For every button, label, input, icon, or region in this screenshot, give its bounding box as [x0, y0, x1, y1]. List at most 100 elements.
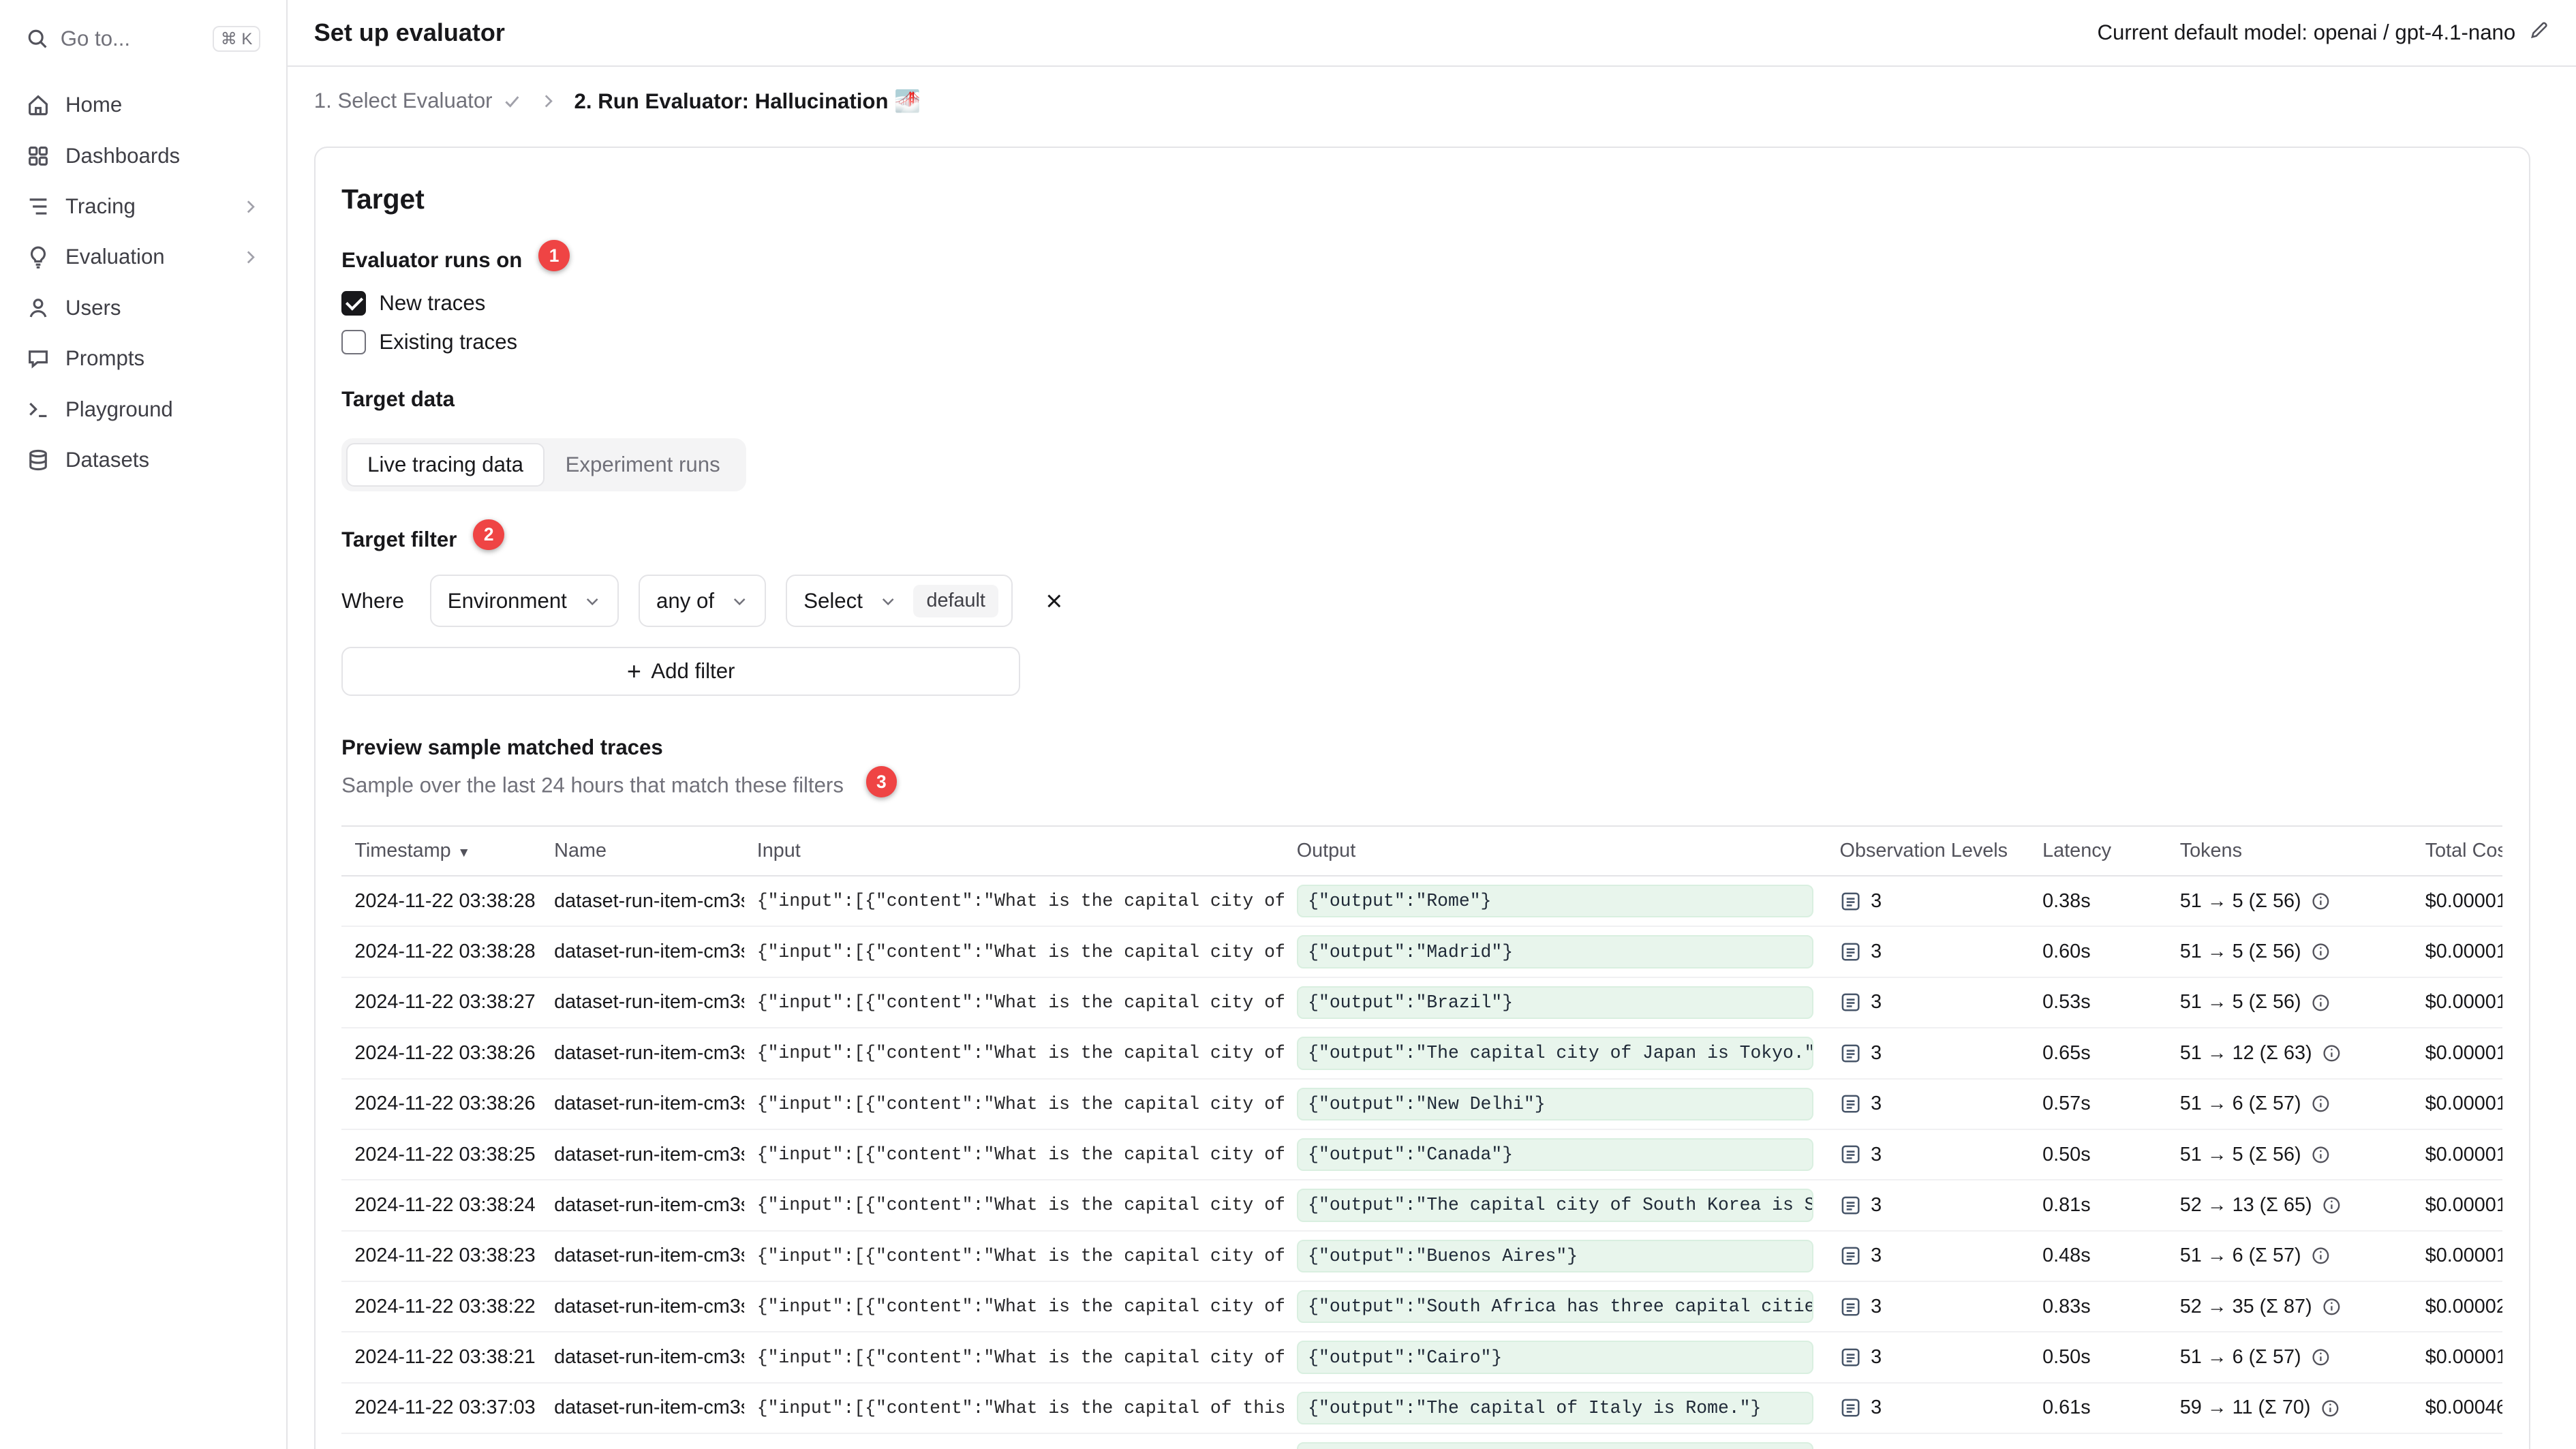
tab-experiment-runs[interactable]: Experiment runs	[545, 443, 741, 487]
step-run-evaluator[interactable]: 2. Run Evaluator: Hallucination 🌁	[574, 89, 921, 114]
tokens-value: 51 → 5 (Σ 56)	[2179, 991, 2301, 1013]
output-chip: {"output":"Brazil"}	[1296, 986, 1814, 1020]
table-row[interactable]: 2024-11-22 03:38:25 dataset-run-item-cm3…	[341, 1129, 2503, 1181]
checkbox-icon[interactable]	[341, 330, 367, 355]
cell-total-cost: $0.00046 (	[2412, 1382, 2503, 1435]
sidebar-item-tracing[interactable]: Tracing	[16, 183, 270, 230]
tokens-value: 51 → 5 (Σ 56)	[2179, 1143, 2301, 1165]
info-icon[interactable]	[2311, 1145, 2331, 1165]
cell-tokens: 51 → 5 (Σ 56)	[2166, 1129, 2412, 1181]
table-row[interactable]: 2024-11-22 03:38:21 dataset-run-item-cm3…	[341, 1332, 2503, 1384]
table-row[interactable]: 2024-11-22 03:38:27 dataset-run-item-cm3…	[341, 977, 2503, 1029]
cell-timestamp: 2024-11-22 03:38:25	[341, 1129, 541, 1181]
pencil-icon[interactable]	[2528, 20, 2549, 46]
output-chip: {"output":"South Africa has three capita…	[1296, 1290, 1814, 1324]
cell-output: {"output":"Cairo"}	[1283, 1332, 1827, 1384]
info-icon[interactable]	[2311, 891, 2331, 911]
cell-name: dataset-run-item-cm3s4	[540, 1180, 744, 1232]
cell-total-cost: $0.000011 (	[2412, 977, 2503, 1029]
sidebar-item-datasets[interactable]: Datasets	[16, 436, 270, 484]
tracing-list-icon	[26, 194, 50, 219]
goto-search[interactable]: Go to... ⌘ K	[16, 16, 270, 62]
info-icon[interactable]	[2311, 1246, 2331, 1266]
cell-input: {"input":[{"content":"What is the capita…	[743, 1281, 1284, 1333]
tokens-value: 51 → 12 (Σ 63)	[2179, 1041, 2312, 1064]
filter-row: Where Environment any of Select default	[341, 575, 2502, 628]
remove-filter-button[interactable]	[1032, 580, 1075, 622]
table-row[interactable]: 2024-11-22 03:37:02 dataset-run-item-cm3…	[341, 1433, 2503, 1449]
sidebar-item-playground[interactable]: Playground	[16, 386, 270, 433]
chevron-right-icon	[241, 197, 260, 217]
sidebar-item-home[interactable]: Home	[16, 81, 270, 129]
filter-column-value: Environment	[447, 588, 567, 613]
cell-observation-levels: 3	[1826, 1129, 2029, 1181]
cell-timestamp: 2024-11-22 03:37:02	[341, 1433, 541, 1449]
cell-total-cost: $0.00046 (	[2412, 1433, 2503, 1449]
sidebar-item-evaluation[interactable]: Evaluation	[16, 234, 270, 281]
table-row[interactable]: 2024-11-22 03:38:26 dataset-run-item-cm3…	[341, 1078, 2503, 1130]
chevron-down-icon	[731, 592, 748, 610]
goto-search-label: Go to...	[60, 27, 131, 51]
sidebar-item-prompts[interactable]: Prompts	[16, 335, 270, 382]
table-header-row: Timestamp ▼ Name Input Output Observation…	[341, 825, 2503, 877]
info-icon[interactable]	[2311, 942, 2331, 962]
observation-levels-icon	[1840, 1397, 1861, 1418]
table-row[interactable]: 2024-11-22 03:38:26 dataset-run-item-cm3…	[341, 1028, 2503, 1080]
info-icon[interactable]	[2311, 1347, 2331, 1367]
cell-tokens: 59 → 11 (Σ 70)	[2166, 1433, 2412, 1449]
info-icon[interactable]	[2322, 1195, 2342, 1215]
cell-tokens: 51 → 6 (Σ 57)	[2166, 1078, 2412, 1130]
table-row[interactable]: 2024-11-22 03:38:28 dataset-run-item-cm3…	[341, 876, 2503, 928]
users-icon	[26, 296, 50, 320]
col-header-timestamp[interactable]: Timestamp ▼	[341, 825, 541, 877]
sidebar-item-dashboards[interactable]: Dashboards	[16, 132, 270, 180]
info-icon[interactable]	[2311, 1094, 2331, 1114]
observation-levels-icon	[1840, 1093, 1861, 1114]
cell-tokens: 51 → 5 (Σ 56)	[2166, 977, 2412, 1029]
sidebar-item-users[interactable]: Users	[16, 284, 270, 332]
table-row[interactable]: 2024-11-22 03:38:24 dataset-run-item-cm3…	[341, 1180, 2503, 1232]
filter-column-select[interactable]: Environment	[429, 575, 619, 628]
output-chip: {"output":"The capital of Spain is Madri…	[1296, 1442, 1814, 1449]
filter-value-select[interactable]: Select	[787, 589, 913, 613]
info-icon[interactable]	[2320, 1399, 2340, 1418]
cell-name: dataset-run-item-cm3s4	[540, 1382, 744, 1435]
add-filter-label: Add filter	[651, 659, 735, 684]
table-row[interactable]: 2024-11-22 03:38:23 dataset-run-item-cm3…	[341, 1230, 2503, 1283]
output-chip: {"output":"Rome"}	[1296, 885, 1814, 918]
chevron-down-icon	[583, 592, 601, 610]
cell-timestamp: 2024-11-22 03:38:26	[341, 1078, 541, 1130]
tokens-value: 52 → 35 (Σ 87)	[2179, 1295, 2312, 1317]
observation-levels-icon	[1840, 992, 1861, 1013]
cell-observation-levels: 3	[1826, 1078, 2029, 1130]
checkbox-new-traces[interactable]: New traces	[341, 290, 2502, 316]
observation-levels-icon	[1840, 1144, 1861, 1165]
info-icon[interactable]	[2311, 993, 2331, 1013]
cell-observation-levels: 3	[1826, 876, 2029, 928]
plus-icon: +	[626, 657, 641, 686]
checkbox-icon[interactable]	[341, 290, 367, 316]
info-icon[interactable]	[2322, 1043, 2342, 1063]
cell-input: {"input":[{"content":"What is the capita…	[743, 1078, 1284, 1130]
output-chip: {"output":"Buenos Aires"}	[1296, 1239, 1814, 1273]
observation-levels-icon	[1840, 941, 1861, 962]
cell-total-cost: $0.000011 (	[2412, 1078, 2503, 1130]
add-filter-button[interactable]: + Add filter	[341, 647, 1021, 697]
datasets-database-icon	[26, 448, 50, 472]
cell-timestamp: 2024-11-22 03:38:24	[341, 1180, 541, 1232]
preview-subtitle-text: Sample over the last 24 hours that match…	[341, 773, 844, 797]
filter-operator-select[interactable]: any of	[639, 575, 767, 628]
info-icon[interactable]	[2322, 1297, 2342, 1317]
target-data-label: Target data	[341, 387, 455, 412]
sidebar: Go to... ⌘ K Home Dashboards Tracing Eva…	[0, 0, 288, 1449]
checkbox-existing-traces[interactable]: Existing traces	[341, 330, 2502, 355]
trace-table-body: 2024-11-22 03:38:28 dataset-run-item-cm3…	[341, 876, 2503, 1449]
cell-latency: 0.83s	[2029, 1281, 2167, 1333]
step-select-evaluator[interactable]: 1. Select Evaluator	[314, 89, 522, 113]
filter-value-chip[interactable]: default	[913, 585, 999, 617]
table-row[interactable]: 2024-11-22 03:38:22 dataset-run-item-cm3…	[341, 1281, 2503, 1333]
table-row[interactable]: 2024-11-22 03:37:03 dataset-run-item-cm3…	[341, 1382, 2503, 1435]
table-row[interactable]: 2024-11-22 03:38:28 dataset-run-item-cm3…	[341, 926, 2503, 978]
wizard-steps: 1. Select Evaluator 2. Run Evaluator: Ha…	[288, 67, 2576, 126]
tab-live-tracing-data[interactable]: Live tracing data	[346, 442, 545, 487]
